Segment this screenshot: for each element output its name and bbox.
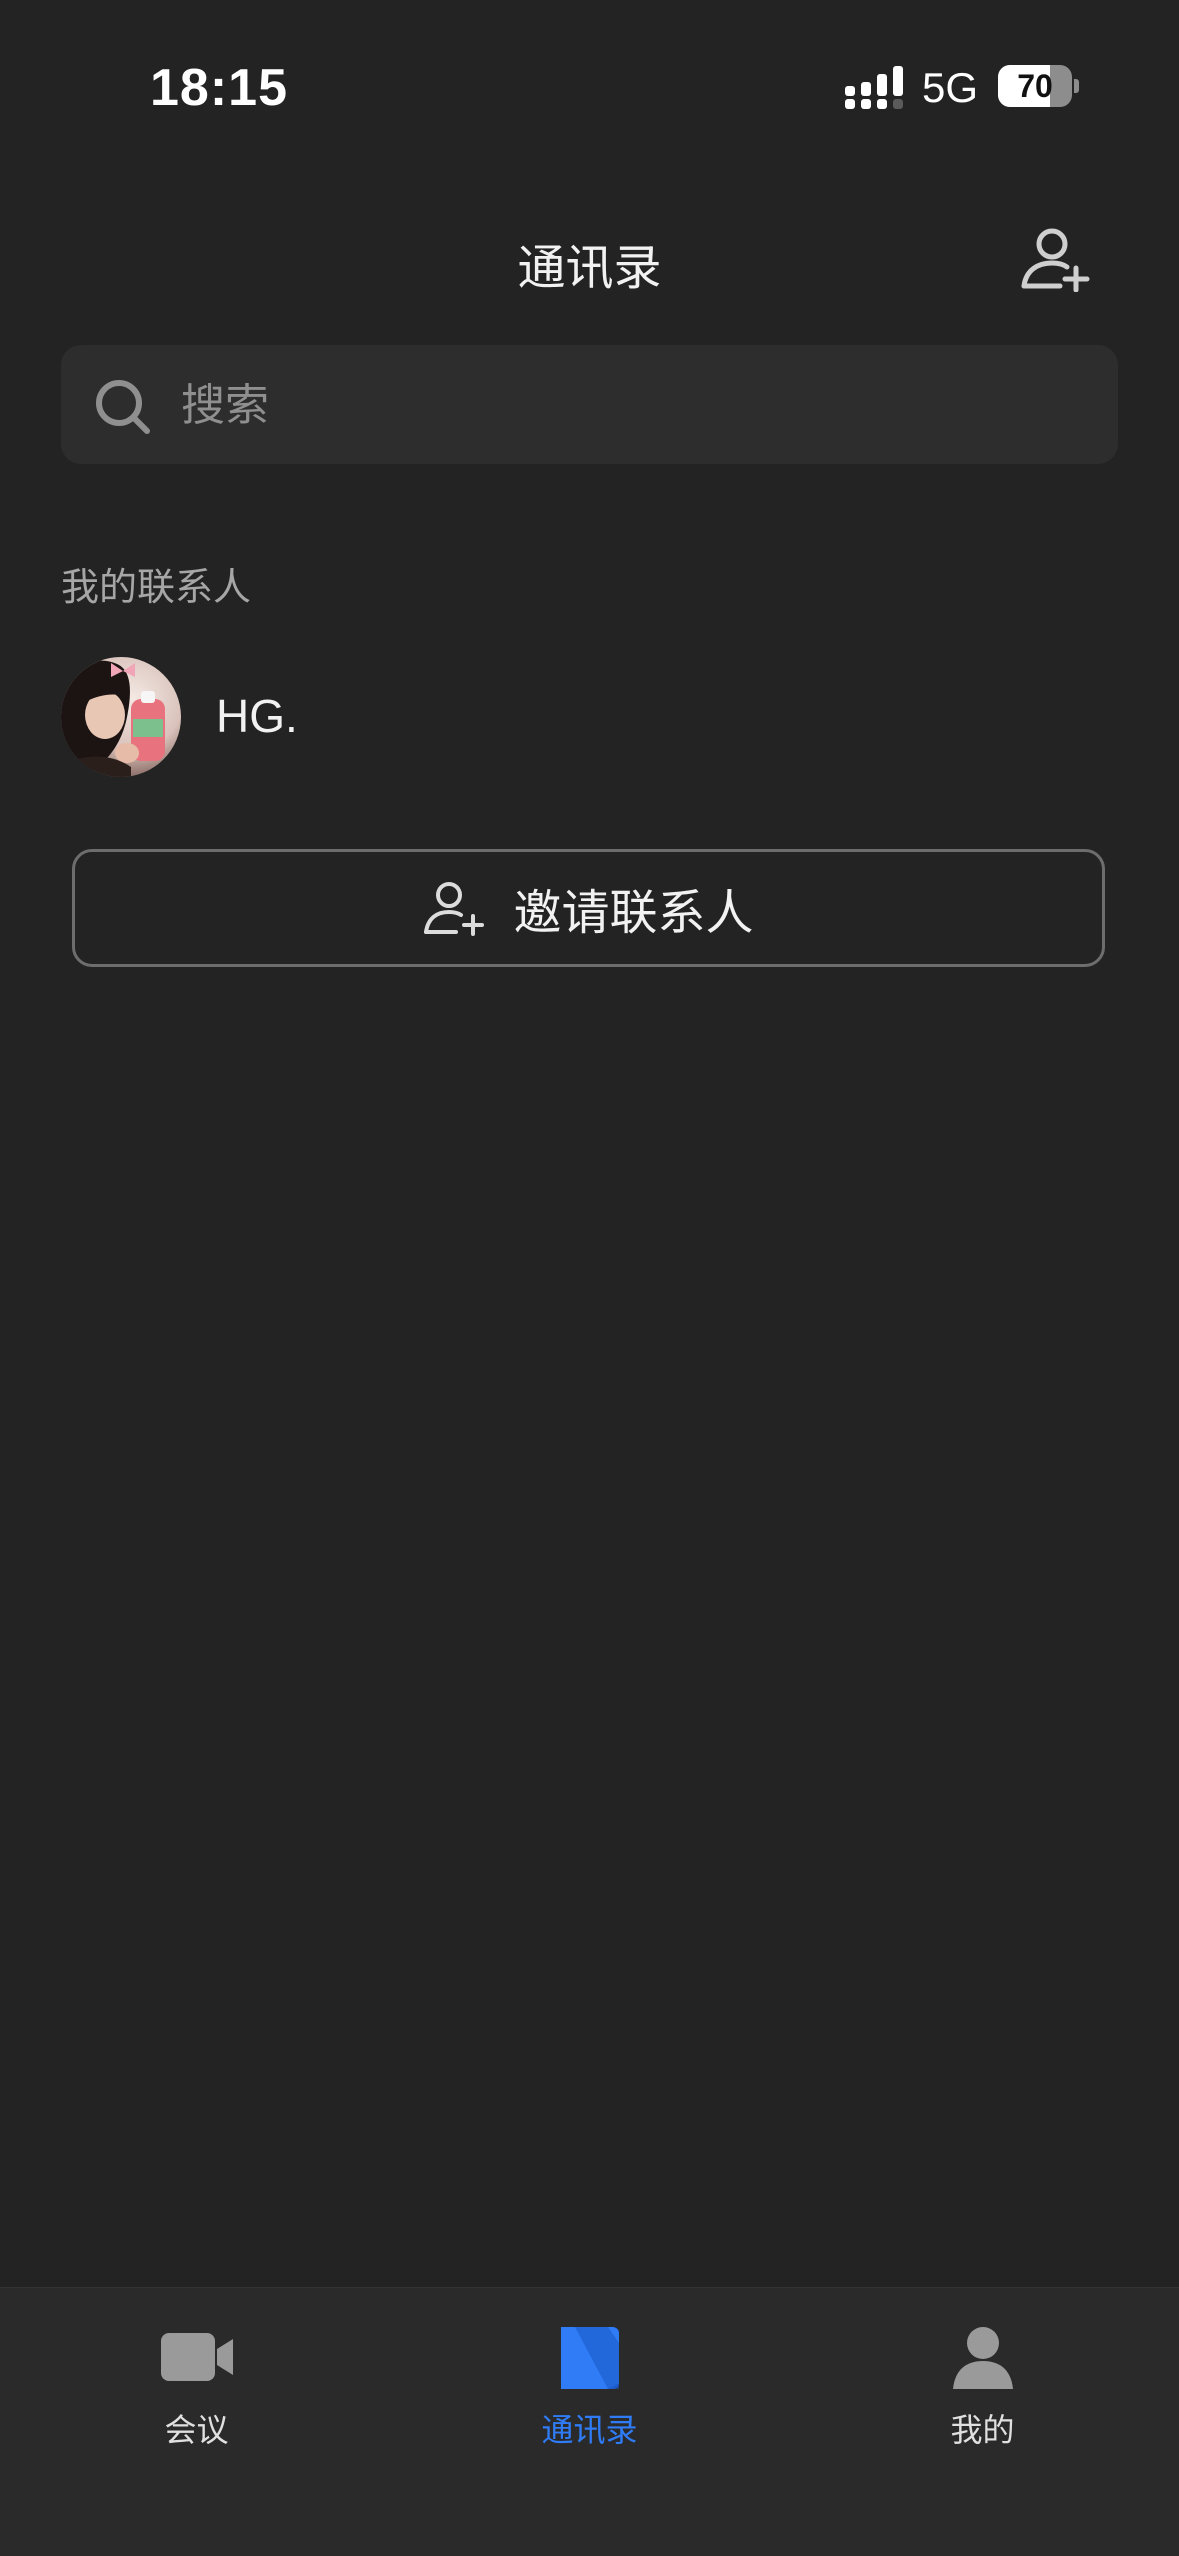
person-add-icon — [424, 882, 485, 936]
search-input[interactable] — [179, 345, 1083, 466]
tab-meetings[interactable]: 会议 — [0, 2288, 393, 2508]
tab-me[interactable]: 我的 — [786, 2288, 1179, 2508]
invite-contact-label: 邀请联系人 — [513, 885, 754, 941]
signal-strength-icon — [845, 66, 903, 109]
tab-label-me: 我的 — [950, 2411, 1015, 2449]
network-type: 5G — [922, 64, 979, 111]
bottom-tab-bar: 会议 通讯录 我的 — [0, 2287, 1179, 2556]
contact-name: HG. — [216, 690, 298, 742]
section-title-my-contacts: 我的联系人 — [61, 565, 252, 609]
search-bar[interactable] — [61, 345, 1118, 466]
contacts-screen: 18:15 5G 70 通讯录 我的联 — [0, 0, 1179, 2556]
status-time: 18:15 — [150, 59, 288, 117]
battery-indicator: 70 — [998, 65, 1079, 109]
person-icon — [952, 2327, 1013, 2389]
add-contact-button[interactable] — [1020, 224, 1092, 293]
tab-contacts[interactable]: 通讯录 — [393, 2288, 786, 2508]
page-title: 通讯录 — [517, 240, 662, 296]
tab-label-meetings: 会议 — [164, 2411, 229, 2449]
tab-label-contacts: 通讯录 — [541, 2411, 638, 2449]
contacts-book-icon — [560, 2327, 619, 2389]
search-icon — [96, 380, 150, 434]
invite-contact-button[interactable]: 邀请联系人 — [72, 849, 1105, 967]
avatar — [61, 657, 181, 777]
video-camera-icon — [160, 2333, 233, 2381]
contact-list-item[interactable]: HG. — [61, 657, 1118, 779]
battery-percent: 70 — [1017, 68, 1053, 104]
person-add-icon — [1021, 228, 1090, 293]
